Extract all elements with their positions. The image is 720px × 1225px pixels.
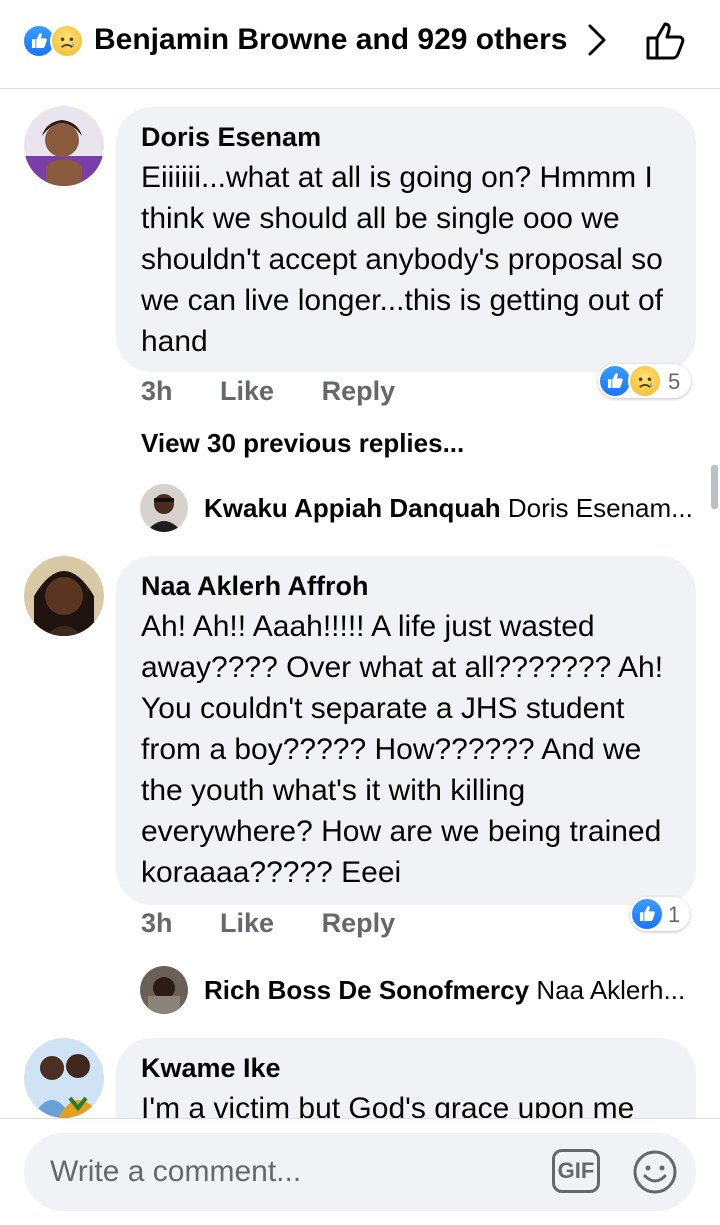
reply-text: Rich Boss De Sonofmercy Naa Aklerh... <box>204 974 685 1006</box>
reply-author[interactable]: Rich Boss De Sonofmercy <box>204 975 529 1005</box>
chevron-right-icon[interactable] <box>583 22 611 58</box>
comment-text: Eiiiiii...what at all is going on? Hmmm … <box>141 161 663 358</box>
reactions-header[interactable]: Benjamin Browne and 929 others <box>0 0 720 89</box>
like-button[interactable]: Like <box>220 908 274 938</box>
avatar[interactable] <box>24 1038 104 1118</box>
comment-time: 3h <box>141 908 173 938</box>
comment-actions: 3h Like Reply <box>141 908 435 939</box>
gif-button[interactable]: GIF <box>552 1149 600 1193</box>
like-icon <box>598 364 632 398</box>
avatar[interactable] <box>24 106 104 186</box>
comment-text: Ah! Ah!! Aaah!!!!! A life just wasted aw… <box>141 610 664 889</box>
like-button[interactable]: Like <box>220 376 274 406</box>
comment-composer: GIF <box>0 1118 720 1225</box>
comment-actions: 3h Like Reply <box>141 376 435 407</box>
comment-reactions[interactable]: 5 <box>598 364 691 398</box>
comment-bubble[interactable]: Naa Aklerh Affroh Ah! Ah!! Aaah!!!!! A l… <box>116 556 696 905</box>
reaction-count: 5 <box>668 369 681 394</box>
sad-icon <box>628 364 662 398</box>
reply-snippet: Naa Aklerh... <box>536 975 686 1005</box>
reaction-count: 1 <box>668 902 681 927</box>
reply-button[interactable]: Reply <box>322 908 396 938</box>
sad-icon <box>50 24 84 58</box>
reply-text: Kwaku Appiah Danquah Doris Esenam... <box>204 492 693 524</box>
avatar[interactable] <box>140 966 188 1014</box>
avatar[interactable] <box>24 556 104 636</box>
reactions-summary[interactable]: Benjamin Browne and 929 others <box>94 20 567 60</box>
reaction-icons <box>22 24 90 58</box>
smiley-icon[interactable] <box>632 1149 678 1195</box>
reply-button[interactable]: Reply <box>322 376 396 406</box>
thumbs-up-outline-icon[interactable] <box>644 18 692 62</box>
comment-author[interactable]: Naa Aklerh Affroh <box>141 570 674 602</box>
comment-author[interactable]: Doris Esenam <box>141 121 674 153</box>
comment-bubble[interactable]: Doris Esenam Eiiiiii...what at all is go… <box>116 107 696 372</box>
reply-author[interactable]: Kwaku Appiah Danquah <box>204 493 501 523</box>
avatar[interactable] <box>140 484 188 532</box>
reply-snippet: Doris Esenam... <box>507 493 693 523</box>
comment-author[interactable]: Kwame Ike <box>141 1052 674 1084</box>
scrollbar[interactable] <box>711 465 718 509</box>
comment-reactions[interactable]: 1 <box>630 897 690 931</box>
comment-time: 3h <box>141 376 173 406</box>
view-previous-replies-link[interactable]: View 30 previous replies... <box>141 428 464 459</box>
like-icon <box>630 897 664 931</box>
